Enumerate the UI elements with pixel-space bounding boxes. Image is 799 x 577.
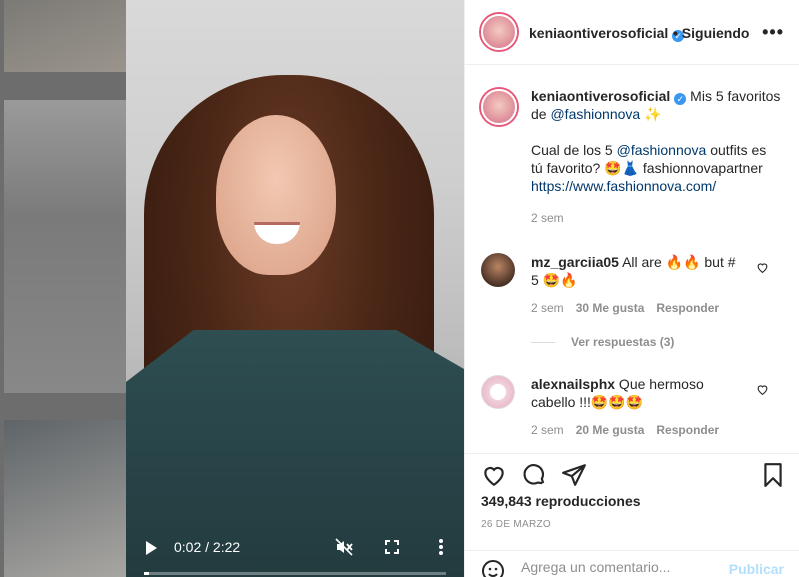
comment-meta: 2 sem 20 Me gusta Responder [531,423,781,437]
more-vertical-icon[interactable] [431,537,451,557]
more-options-icon[interactable]: ••• [762,22,784,43]
reply-button[interactable]: Responder [656,423,719,437]
mention-link[interactable]: @fashionnova [550,106,640,122]
video-subject-face [216,115,336,275]
comment-input[interactable] [521,559,721,575]
video-time: 0:02 / 2:22 [174,539,241,555]
comment-username[interactable]: mz_garciia05 [531,254,619,270]
play-icon[interactable] [146,541,157,555]
background-thumbnail [4,0,126,72]
view-count[interactable]: 349,843 reproducciones [481,493,641,509]
reply-button[interactable]: Responder [656,301,719,315]
post-panel: keniaontiverosoficial ✓ • Siguiendo ••• k… [464,0,799,577]
caption-username[interactable]: keniaontiverosoficial [531,88,670,104]
verified-badge-icon: ✓ [674,93,687,105]
comment-likes[interactable]: 20 Me gusta [576,423,645,437]
heart-icon[interactable] [481,462,507,488]
url-link[interactable]: https://www.fashionnova.com/ [531,178,716,194]
video-player[interactable]: 0:02 / 2:22 [126,0,464,577]
comment-username[interactable]: alexnailsphx [531,376,615,392]
video-progress-bar[interactable] [144,572,446,575]
bookmark-icon[interactable] [760,462,786,488]
comment-timestamp[interactable]: 2 sem [531,301,564,315]
background-feed [0,0,126,577]
share-icon[interactable] [561,462,587,488]
comment-text: mz_garciia05 All are 🔥🔥 but # 5 🤩🔥 [531,253,745,289]
following-button[interactable]: • Siguiendo [673,25,749,41]
post-header: keniaontiverosoficial ✓ • Siguiendo ••• [465,0,799,65]
avatar[interactable] [481,14,517,50]
mute-icon[interactable] [334,537,354,557]
comment: mz_garciia05 All are 🔥🔥 but # 5 🤩🔥 2 sem… [481,253,781,315]
emoji-icon[interactable] [481,559,505,577]
publish-button[interactable]: Publicar [729,561,784,577]
comment-meta: 2 sem 30 Me gusta Responder [531,301,781,315]
add-comment-bar: Publicar [465,550,799,577]
avatar[interactable] [481,253,515,287]
username-label[interactable]: keniaontiverosoficial [529,25,668,41]
mention-link[interactable]: @fashionnova [617,142,707,158]
caption-emoji: ✨ [644,106,662,122]
post-date: 26 DE MARZO [481,519,551,530]
comments-section[interactable]: keniaontiverosoficial ✓ Mis 5 favoritos d… [465,65,799,453]
comment: alexnailsphx Que hermoso cabello !!!🤩🤩🤩 … [481,375,781,437]
view-replies-button[interactable]: Ver respuestas (3) [531,335,674,349]
comment-likes[interactable]: 30 Me gusta [576,301,645,315]
comment-timestamp[interactable]: 2 sem [531,423,564,437]
video-controls: 0:02 / 2:22 [126,525,464,577]
comment-text: alexnailsphx Que hermoso cabello !!!🤩🤩🤩 [531,375,745,411]
avatar[interactable] [481,89,517,125]
post-username[interactable]: keniaontiverosoficial ✓ [529,25,685,42]
background-thumbnail [4,100,126,393]
video-progress-fill [144,572,149,575]
fullscreen-icon[interactable] [382,537,402,557]
caption-timestamp[interactable]: 2 sem [531,211,781,225]
caption-line2: Cual de los 5 [531,142,617,158]
caption-text: keniaontiverosoficial ✓ Mis 5 favoritos d… [531,87,781,195]
like-comment-icon[interactable] [756,261,769,274]
like-comment-icon[interactable] [756,383,769,396]
caption: keniaontiverosoficial ✓ Mis 5 favoritos d… [481,87,781,225]
comment-icon[interactable] [521,462,547,488]
background-thumbnail [4,420,126,577]
avatar[interactable] [481,375,515,409]
